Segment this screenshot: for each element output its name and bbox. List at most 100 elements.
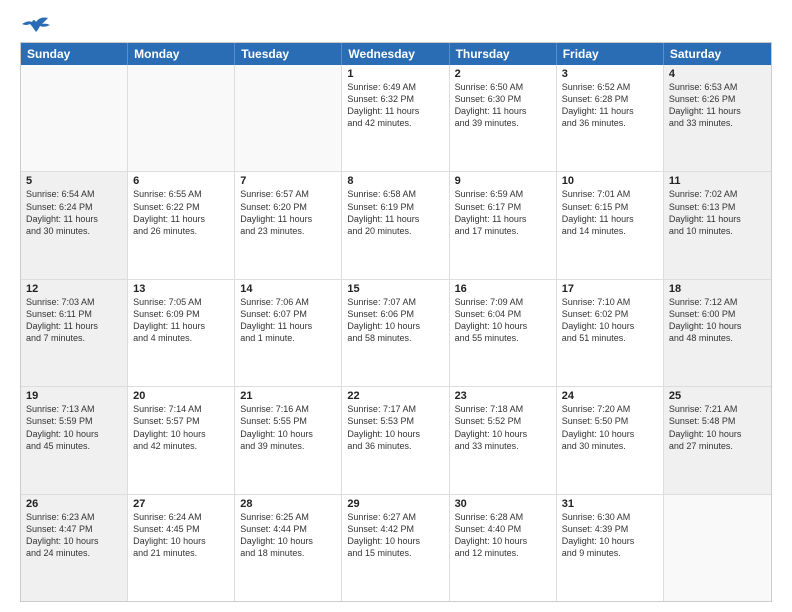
calendar-cell: 5Sunrise: 6:54 AM Sunset: 6:24 PM Daylig… xyxy=(21,172,128,278)
cell-info: Sunrise: 6:59 AM Sunset: 6:17 PM Dayligh… xyxy=(455,188,551,237)
day-number: 5 xyxy=(26,175,122,187)
calendar-cell: 31Sunrise: 6:30 AM Sunset: 4:39 PM Dayli… xyxy=(557,495,664,601)
calendar-cell: 28Sunrise: 6:25 AM Sunset: 4:44 PM Dayli… xyxy=(235,495,342,601)
calendar-cell: 24Sunrise: 7:20 AM Sunset: 5:50 PM Dayli… xyxy=(557,387,664,493)
day-number: 11 xyxy=(669,175,766,187)
cell-info: Sunrise: 6:54 AM Sunset: 6:24 PM Dayligh… xyxy=(26,188,122,237)
calendar-header-cell: Saturday xyxy=(664,43,771,65)
day-number: 4 xyxy=(669,68,766,80)
cell-info: Sunrise: 6:49 AM Sunset: 6:32 PM Dayligh… xyxy=(347,81,443,130)
calendar-cell: 20Sunrise: 7:14 AM Sunset: 5:57 PM Dayli… xyxy=(128,387,235,493)
cell-info: Sunrise: 7:01 AM Sunset: 6:15 PM Dayligh… xyxy=(562,188,658,237)
calendar-header-cell: Wednesday xyxy=(342,43,449,65)
calendar-cell: 13Sunrise: 7:05 AM Sunset: 6:09 PM Dayli… xyxy=(128,280,235,386)
calendar-cell: 26Sunrise: 6:23 AM Sunset: 4:47 PM Dayli… xyxy=(21,495,128,601)
day-number: 7 xyxy=(240,175,336,187)
calendar-cell: 17Sunrise: 7:10 AM Sunset: 6:02 PM Dayli… xyxy=(557,280,664,386)
day-number: 10 xyxy=(562,175,658,187)
cell-info: Sunrise: 6:57 AM Sunset: 6:20 PM Dayligh… xyxy=(240,188,336,237)
page-header xyxy=(20,16,772,34)
calendar-cell: 18Sunrise: 7:12 AM Sunset: 6:00 PM Dayli… xyxy=(664,280,771,386)
day-number: 31 xyxy=(562,498,658,510)
calendar-cell: 25Sunrise: 7:21 AM Sunset: 5:48 PM Dayli… xyxy=(664,387,771,493)
logo xyxy=(20,16,50,34)
day-number: 21 xyxy=(240,390,336,402)
cell-info: Sunrise: 7:14 AM Sunset: 5:57 PM Dayligh… xyxy=(133,403,229,452)
calendar-cell: 6Sunrise: 6:55 AM Sunset: 6:22 PM Daylig… xyxy=(128,172,235,278)
calendar-row: 26Sunrise: 6:23 AM Sunset: 4:47 PM Dayli… xyxy=(21,495,771,601)
calendar-header-cell: Thursday xyxy=(450,43,557,65)
day-number: 17 xyxy=(562,283,658,295)
day-number: 14 xyxy=(240,283,336,295)
cell-info: Sunrise: 7:06 AM Sunset: 6:07 PM Dayligh… xyxy=(240,296,336,345)
calendar-cell xyxy=(128,65,235,171)
day-number: 27 xyxy=(133,498,229,510)
day-number: 30 xyxy=(455,498,551,510)
day-number: 2 xyxy=(455,68,551,80)
cell-info: Sunrise: 6:52 AM Sunset: 6:28 PM Dayligh… xyxy=(562,81,658,130)
day-number: 20 xyxy=(133,390,229,402)
cell-info: Sunrise: 7:07 AM Sunset: 6:06 PM Dayligh… xyxy=(347,296,443,345)
day-number: 9 xyxy=(455,175,551,187)
day-number: 8 xyxy=(347,175,443,187)
day-number: 15 xyxy=(347,283,443,295)
cell-info: Sunrise: 6:23 AM Sunset: 4:47 PM Dayligh… xyxy=(26,511,122,560)
cell-info: Sunrise: 7:12 AM Sunset: 6:00 PM Dayligh… xyxy=(669,296,766,345)
calendar-row: 19Sunrise: 7:13 AM Sunset: 5:59 PM Dayli… xyxy=(21,387,771,494)
calendar-cell: 23Sunrise: 7:18 AM Sunset: 5:52 PM Dayli… xyxy=(450,387,557,493)
calendar: SundayMondayTuesdayWednesdayThursdayFrid… xyxy=(20,42,772,602)
calendar-cell: 29Sunrise: 6:27 AM Sunset: 4:42 PM Dayli… xyxy=(342,495,449,601)
cell-info: Sunrise: 6:58 AM Sunset: 6:19 PM Dayligh… xyxy=(347,188,443,237)
calendar-cell: 1Sunrise: 6:49 AM Sunset: 6:32 PM Daylig… xyxy=(342,65,449,171)
cell-info: Sunrise: 6:24 AM Sunset: 4:45 PM Dayligh… xyxy=(133,511,229,560)
calendar-cell: 15Sunrise: 7:07 AM Sunset: 6:06 PM Dayli… xyxy=(342,280,449,386)
cell-info: Sunrise: 7:18 AM Sunset: 5:52 PM Dayligh… xyxy=(455,403,551,452)
cell-info: Sunrise: 7:20 AM Sunset: 5:50 PM Dayligh… xyxy=(562,403,658,452)
cell-info: Sunrise: 6:30 AM Sunset: 4:39 PM Dayligh… xyxy=(562,511,658,560)
cell-info: Sunrise: 7:09 AM Sunset: 6:04 PM Dayligh… xyxy=(455,296,551,345)
calendar-header-cell: Sunday xyxy=(21,43,128,65)
day-number: 23 xyxy=(455,390,551,402)
day-number: 18 xyxy=(669,283,766,295)
day-number: 28 xyxy=(240,498,336,510)
logo-bird-icon xyxy=(22,16,50,38)
calendar-header-cell: Monday xyxy=(128,43,235,65)
calendar-body: 1Sunrise: 6:49 AM Sunset: 6:32 PM Daylig… xyxy=(21,65,771,601)
cell-info: Sunrise: 7:02 AM Sunset: 6:13 PM Dayligh… xyxy=(669,188,766,237)
cell-info: Sunrise: 7:17 AM Sunset: 5:53 PM Dayligh… xyxy=(347,403,443,452)
cell-info: Sunrise: 7:10 AM Sunset: 6:02 PM Dayligh… xyxy=(562,296,658,345)
cell-info: Sunrise: 7:21 AM Sunset: 5:48 PM Dayligh… xyxy=(669,403,766,452)
calendar-cell: 7Sunrise: 6:57 AM Sunset: 6:20 PM Daylig… xyxy=(235,172,342,278)
cell-info: Sunrise: 7:16 AM Sunset: 5:55 PM Dayligh… xyxy=(240,403,336,452)
cell-info: Sunrise: 6:27 AM Sunset: 4:42 PM Dayligh… xyxy=(347,511,443,560)
day-number: 25 xyxy=(669,390,766,402)
calendar-cell: 12Sunrise: 7:03 AM Sunset: 6:11 PM Dayli… xyxy=(21,280,128,386)
cell-info: Sunrise: 6:50 AM Sunset: 6:30 PM Dayligh… xyxy=(455,81,551,130)
day-number: 6 xyxy=(133,175,229,187)
day-number: 26 xyxy=(26,498,122,510)
calendar-row: 5Sunrise: 6:54 AM Sunset: 6:24 PM Daylig… xyxy=(21,172,771,279)
calendar-cell xyxy=(21,65,128,171)
cell-info: Sunrise: 6:55 AM Sunset: 6:22 PM Dayligh… xyxy=(133,188,229,237)
cell-info: Sunrise: 6:28 AM Sunset: 4:40 PM Dayligh… xyxy=(455,511,551,560)
calendar-cell: 30Sunrise: 6:28 AM Sunset: 4:40 PM Dayli… xyxy=(450,495,557,601)
calendar-cell: 21Sunrise: 7:16 AM Sunset: 5:55 PM Dayli… xyxy=(235,387,342,493)
day-number: 29 xyxy=(347,498,443,510)
cell-info: Sunrise: 7:05 AM Sunset: 6:09 PM Dayligh… xyxy=(133,296,229,345)
day-number: 12 xyxy=(26,283,122,295)
calendar-cell: 10Sunrise: 7:01 AM Sunset: 6:15 PM Dayli… xyxy=(557,172,664,278)
calendar-cell: 11Sunrise: 7:02 AM Sunset: 6:13 PM Dayli… xyxy=(664,172,771,278)
calendar-cell: 27Sunrise: 6:24 AM Sunset: 4:45 PM Dayli… xyxy=(128,495,235,601)
calendar-cell: 2Sunrise: 6:50 AM Sunset: 6:30 PM Daylig… xyxy=(450,65,557,171)
calendar-cell xyxy=(664,495,771,601)
calendar-cell: 8Sunrise: 6:58 AM Sunset: 6:19 PM Daylig… xyxy=(342,172,449,278)
calendar-row: 1Sunrise: 6:49 AM Sunset: 6:32 PM Daylig… xyxy=(21,65,771,172)
cell-info: Sunrise: 7:03 AM Sunset: 6:11 PM Dayligh… xyxy=(26,296,122,345)
day-number: 24 xyxy=(562,390,658,402)
day-number: 1 xyxy=(347,68,443,80)
calendar-cell: 16Sunrise: 7:09 AM Sunset: 6:04 PM Dayli… xyxy=(450,280,557,386)
day-number: 13 xyxy=(133,283,229,295)
day-number: 22 xyxy=(347,390,443,402)
calendar-header: SundayMondayTuesdayWednesdayThursdayFrid… xyxy=(21,43,771,65)
calendar-cell xyxy=(235,65,342,171)
